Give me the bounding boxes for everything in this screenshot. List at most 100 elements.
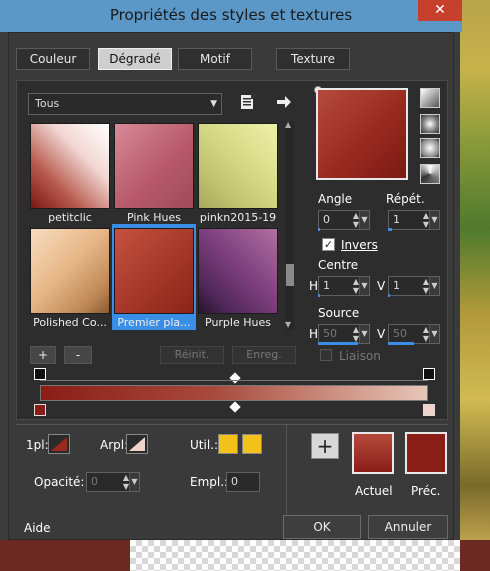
- center-v-input[interactable]: 1 ▲ ▼ ▼: [388, 276, 440, 296]
- center-h-slider-fill: [318, 294, 320, 297]
- library-scrollbar[interactable]: [286, 122, 294, 330]
- radial-style-button[interactable]: [420, 138, 440, 158]
- vertical-separator: [286, 425, 287, 515]
- bottom-stop-left[interactable]: [34, 404, 46, 416]
- sunburst-style-button[interactable]: [420, 164, 440, 184]
- gradient-thumb-polished[interactable]: Polished Co...: [30, 228, 110, 329]
- repeat-label: Répét.: [386, 192, 425, 206]
- help-link[interactable]: Aide: [24, 521, 51, 535]
- bottom-stop-right[interactable]: [423, 404, 435, 416]
- gradient-preview[interactable]: [316, 88, 408, 180]
- arriere-plan-label: Arpl:: [100, 438, 129, 452]
- center-h-value: 1: [323, 279, 330, 292]
- arriere-plan-swatch[interactable]: [126, 434, 148, 454]
- source-h-input[interactable]: 50 ▲ ▼ ▼: [318, 324, 370, 344]
- close-button[interactable]: ✕: [418, 0, 462, 21]
- center-v-label: V: [377, 279, 386, 293]
- source-h-label: H: [309, 327, 319, 341]
- gradient-bar[interactable]: [40, 385, 428, 401]
- scroll-up-icon[interactable]: ▲: [285, 120, 291, 129]
- angle-value: 0: [323, 213, 330, 226]
- window-title: Propriétés des styles et textures: [109, 6, 353, 24]
- gradient-swatch: [114, 228, 194, 314]
- opacity-value: 0: [91, 475, 98, 488]
- top-stop-right[interactable]: [423, 368, 435, 380]
- gradient-swatch: [198, 123, 278, 209]
- source-v-input[interactable]: 50 ▲ ▼ ▼: [388, 324, 440, 344]
- arrow-right-icon[interactable]: [276, 94, 292, 110]
- save-button[interactable]: Enreg.: [232, 346, 296, 364]
- empl-input[interactable]: 0: [226, 472, 260, 492]
- category-select[interactable]: Tous ▼: [28, 93, 222, 115]
- top-stop-left[interactable]: [34, 368, 46, 380]
- repeat-input[interactable]: 1 ▲ ▼ ▼: [388, 210, 440, 230]
- util-label: Util.:: [190, 438, 219, 452]
- opacity-track: [40, 380, 428, 381]
- tab-couleur[interactable]: Couleur: [16, 48, 90, 70]
- chevron-down-icon[interactable]: ▼: [129, 473, 139, 491]
- gradient-thumb-premier-plan[interactable]: Premier pla...: [114, 228, 194, 329]
- ok-button[interactable]: OK: [283, 515, 361, 539]
- empl-label: Empl.:: [190, 475, 229, 489]
- gradient-thumb-pink-hues[interactable]: Pink Hues: [114, 123, 194, 224]
- remove-gradient-button[interactable]: -: [64, 346, 92, 364]
- add-swatch-button[interactable]: +: [311, 433, 339, 459]
- angle-input[interactable]: 0 ▲ ▼ ▼: [318, 210, 370, 230]
- source-h-value: 50: [323, 327, 337, 340]
- gradient-swatch: [198, 228, 278, 314]
- chevron-down-icon[interactable]: ▼: [429, 277, 439, 295]
- chevron-down-icon[interactable]: ▼: [429, 211, 439, 229]
- reset-button[interactable]: Réinit.: [160, 346, 224, 364]
- source-label: Source: [318, 306, 360, 320]
- gradient-swatch: [30, 123, 110, 209]
- add-gradient-button[interactable]: +: [30, 346, 56, 364]
- center-h-label: H: [309, 279, 319, 293]
- premier-plan-label: 1pl:: [26, 438, 49, 452]
- angle-label: Angle: [318, 192, 353, 206]
- tab-motif[interactable]: Motif: [178, 48, 252, 70]
- gradient-thumb-petitclic[interactable]: petitclic: [30, 123, 110, 224]
- rectangular-style-button[interactable]: [420, 114, 440, 134]
- source-v-label: V: [377, 327, 386, 341]
- invert-checkbox[interactable]: ✓: [322, 238, 335, 251]
- source-h-slider-fill: [318, 342, 358, 345]
- link-checkbox[interactable]: [320, 349, 332, 361]
- scroll-down-icon[interactable]: ▼: [285, 320, 291, 329]
- gradient-label: pinkn2015-19: [199, 211, 277, 224]
- source-v-value: 50: [393, 327, 407, 340]
- current-style-swatch[interactable]: [352, 432, 394, 474]
- gradient-label: Polished Co...: [33, 316, 107, 329]
- angle-slider-fill: [318, 228, 320, 231]
- util-color-swatch[interactable]: [218, 434, 238, 454]
- background-image-right: [460, 0, 490, 571]
- invert-label: Invers: [341, 238, 378, 252]
- util-color-swatch-2[interactable]: [242, 434, 262, 454]
- gradient-thumb-purple-hues[interactable]: Purple Hues: [198, 228, 278, 329]
- repeat-slider-fill: [388, 228, 392, 231]
- library-menu-icon[interactable]: [240, 94, 256, 110]
- linear-style-button[interactable]: [420, 88, 440, 108]
- gradient-swatch: [114, 123, 194, 209]
- previous-label: Préc.: [411, 484, 441, 498]
- library-scroll-thumb[interactable]: [286, 264, 294, 286]
- tab-degrade[interactable]: Dégradé: [98, 48, 172, 70]
- center-h-input[interactable]: 1 ▲ ▼ ▼: [318, 276, 370, 296]
- current-label: Actuel: [355, 484, 393, 498]
- link-label: Liaison: [339, 349, 381, 363]
- chevron-down-icon[interactable]: ▼: [429, 325, 439, 343]
- chevron-down-icon[interactable]: ▼: [359, 211, 369, 229]
- gradient-thumb-pinkn2015[interactable]: pinkn2015-19: [198, 123, 278, 224]
- chevron-down-icon[interactable]: ▼: [359, 325, 369, 343]
- tab-texture[interactable]: Texture: [276, 48, 350, 70]
- chevron-down-icon[interactable]: ▼: [359, 277, 369, 295]
- gradient-label: Purple Hues: [205, 316, 271, 329]
- center-v-slider-fill: [388, 294, 390, 297]
- gradient-label: Pink Hues: [126, 211, 182, 224]
- category-select-value: Tous: [35, 97, 60, 110]
- cancel-button[interactable]: Annuler: [368, 515, 448, 539]
- previous-style-swatch[interactable]: [405, 432, 447, 474]
- premier-plan-swatch[interactable]: [48, 434, 70, 454]
- opacity-label: Opacité:: [34, 475, 85, 489]
- gradient-label: Premier pla...: [117, 316, 191, 329]
- opacity-input[interactable]: 0 ▲ ▼ ▼: [86, 472, 140, 492]
